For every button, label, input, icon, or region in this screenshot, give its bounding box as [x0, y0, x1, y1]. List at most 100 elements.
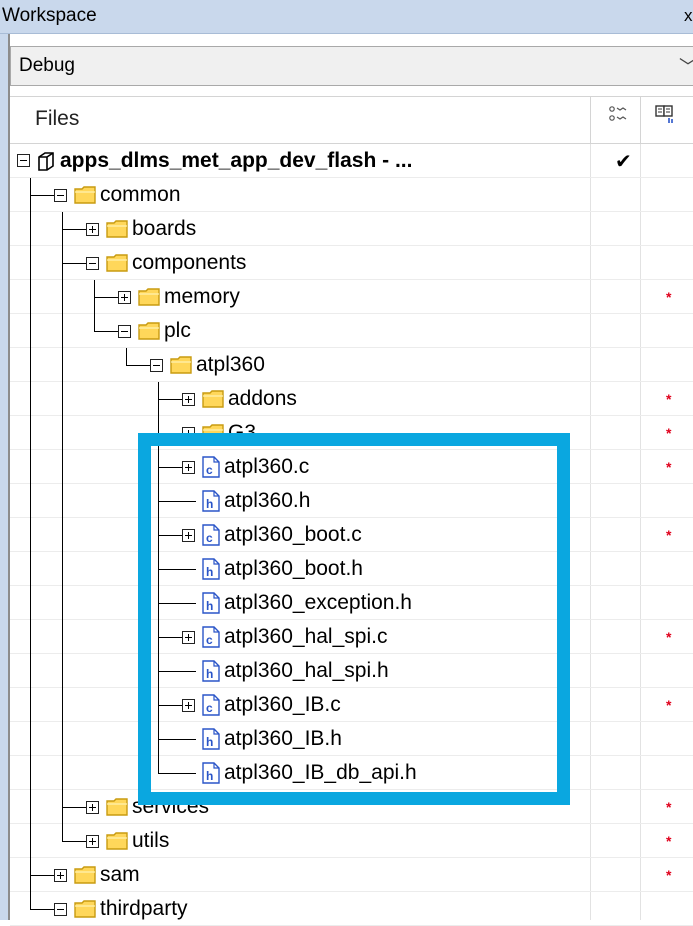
expand-toggle[interactable]: [182, 631, 195, 644]
tree-item-label: atpl360_exception.h: [224, 591, 412, 614]
column-separator[interactable]: [640, 97, 641, 143]
tree-line: [158, 756, 159, 774]
expand-toggle[interactable]: [182, 393, 195, 406]
tree-folder-row[interactable]: G3 *: [10, 416, 693, 450]
svg-text:h: h: [206, 735, 213, 749]
tree-file-row[interactable]: h atpl360_IB_db_api.h: [10, 756, 693, 790]
tree-file-row[interactable]: h atpl360_IB.h: [10, 722, 693, 756]
tree-file-row[interactable]: h atpl360_hal_spi.h: [10, 654, 693, 688]
tree-item-label: thirdparty: [100, 897, 188, 920]
tree-item-label: atpl360_boot.h: [224, 557, 363, 580]
expand-toggle[interactable]: [86, 801, 99, 814]
tree-line: [30, 314, 31, 348]
tree-line: [30, 382, 31, 416]
tree-line: [158, 773, 196, 774]
tree-line: [30, 688, 31, 722]
tree-file-row[interactable]: h atpl360_boot.h: [10, 552, 693, 586]
build-checkmark[interactable]: ✔: [615, 149, 632, 174]
tree-folder-row[interactable]: utils *: [10, 824, 693, 858]
expand-toggle[interactable]: [86, 223, 99, 236]
collapse-toggle[interactable]: [86, 257, 99, 270]
modified-marker: *: [666, 289, 672, 305]
tree-folder-row[interactable]: atpl360: [10, 348, 693, 382]
tree-line: [62, 280, 63, 314]
tree-line: [30, 909, 54, 910]
tree-line: [62, 841, 86, 842]
collapse-toggle[interactable]: [54, 189, 67, 202]
folder-icon: [74, 900, 96, 918]
tree-item-label: atpl360_IB.c: [224, 693, 341, 716]
expand-toggle[interactable]: [54, 869, 67, 882]
collapse-toggle[interactable]: [17, 154, 30, 167]
tree-file-row[interactable]: c atpl360_boot.c *: [10, 518, 693, 552]
tree-file-row[interactable]: c atpl360_IB.c *: [10, 688, 693, 722]
chevron-down-icon[interactable]: ﹀: [679, 53, 693, 79]
tree-line: [158, 467, 182, 468]
tree-line: [94, 297, 118, 298]
expand-toggle[interactable]: [118, 291, 131, 304]
tree-line: [30, 195, 54, 196]
tree-folder-row[interactable]: components: [10, 246, 693, 280]
expand-toggle[interactable]: [86, 835, 99, 848]
folder-icon: [74, 186, 96, 204]
project-row[interactable]: apps_dlms_met_app_dev_flash - ... ✔: [10, 144, 693, 178]
expand-toggle[interactable]: [182, 699, 195, 712]
tree-line: [30, 790, 31, 824]
window-title-bar: Workspace x: [0, 0, 693, 34]
tree-line: [62, 348, 63, 382]
tree-folder-row[interactable]: sam *: [10, 858, 693, 892]
tree-line: [62, 382, 63, 416]
tree-folder-row[interactable]: common: [10, 178, 693, 212]
tree-folder-row[interactable]: addons *: [10, 382, 693, 416]
tree-line: [30, 280, 31, 314]
tree-line: [30, 450, 31, 484]
configuration-dropdown[interactable]: Debug ﹀: [10, 46, 693, 86]
collapse-toggle[interactable]: [118, 325, 131, 338]
modified-marker: *: [666, 697, 672, 713]
tree-line: [30, 892, 31, 910]
tree-line: [94, 331, 118, 332]
tree-line: [158, 671, 196, 672]
svg-text:c: c: [206, 633, 213, 647]
expand-toggle[interactable]: [182, 461, 195, 474]
tree-line: [158, 603, 196, 604]
tree-line: [30, 212, 31, 246]
column-separator[interactable]: [590, 97, 591, 143]
toggle-build-icon[interactable]: [606, 103, 628, 125]
tree-folder-row[interactable]: boards: [10, 212, 693, 246]
tree-folder-row[interactable]: memory *: [10, 280, 693, 314]
tree-line: [94, 314, 95, 332]
tree-line: [62, 756, 63, 790]
tree-line: [158, 739, 196, 740]
tree-file-row[interactable]: h atpl360_exception.h: [10, 586, 693, 620]
collapse-toggle[interactable]: [54, 903, 67, 916]
folder-icon: [170, 356, 192, 374]
tree-line: [30, 756, 31, 790]
close-icon[interactable]: x: [684, 6, 693, 26]
collapse-toggle[interactable]: [150, 359, 163, 372]
modified-marker: *: [666, 629, 672, 645]
tree-line: [158, 433, 182, 434]
modified-marker: *: [666, 391, 672, 407]
tree-line: [30, 518, 31, 552]
tree-folder-row[interactable]: services *: [10, 790, 693, 824]
tree-line: [126, 365, 150, 366]
tree-file-row[interactable]: c atpl360_hal_spi.c *: [10, 620, 693, 654]
tree-file-row[interactable]: h atpl360.h: [10, 484, 693, 518]
output-status-icon[interactable]: [654, 103, 676, 125]
tree-item-label: components: [132, 251, 247, 274]
tree-file-row[interactable]: c atpl360.c *: [10, 450, 693, 484]
header-file-icon: h: [202, 762, 220, 784]
expand-toggle[interactable]: [182, 427, 195, 440]
folder-icon: [138, 288, 160, 306]
configuration-value: Debug: [19, 55, 75, 76]
expand-toggle[interactable]: [182, 529, 195, 542]
tree-folder-row[interactable]: plc: [10, 314, 693, 348]
files-column-header[interactable]: Files: [35, 107, 79, 131]
tree-line: [158, 637, 182, 638]
tree-line: [62, 552, 63, 586]
tree-line: [62, 484, 63, 518]
tree-folder-row[interactable]: thirdparty: [10, 892, 693, 926]
c-source-file-icon: c: [202, 694, 220, 716]
tree-line: [158, 399, 182, 400]
